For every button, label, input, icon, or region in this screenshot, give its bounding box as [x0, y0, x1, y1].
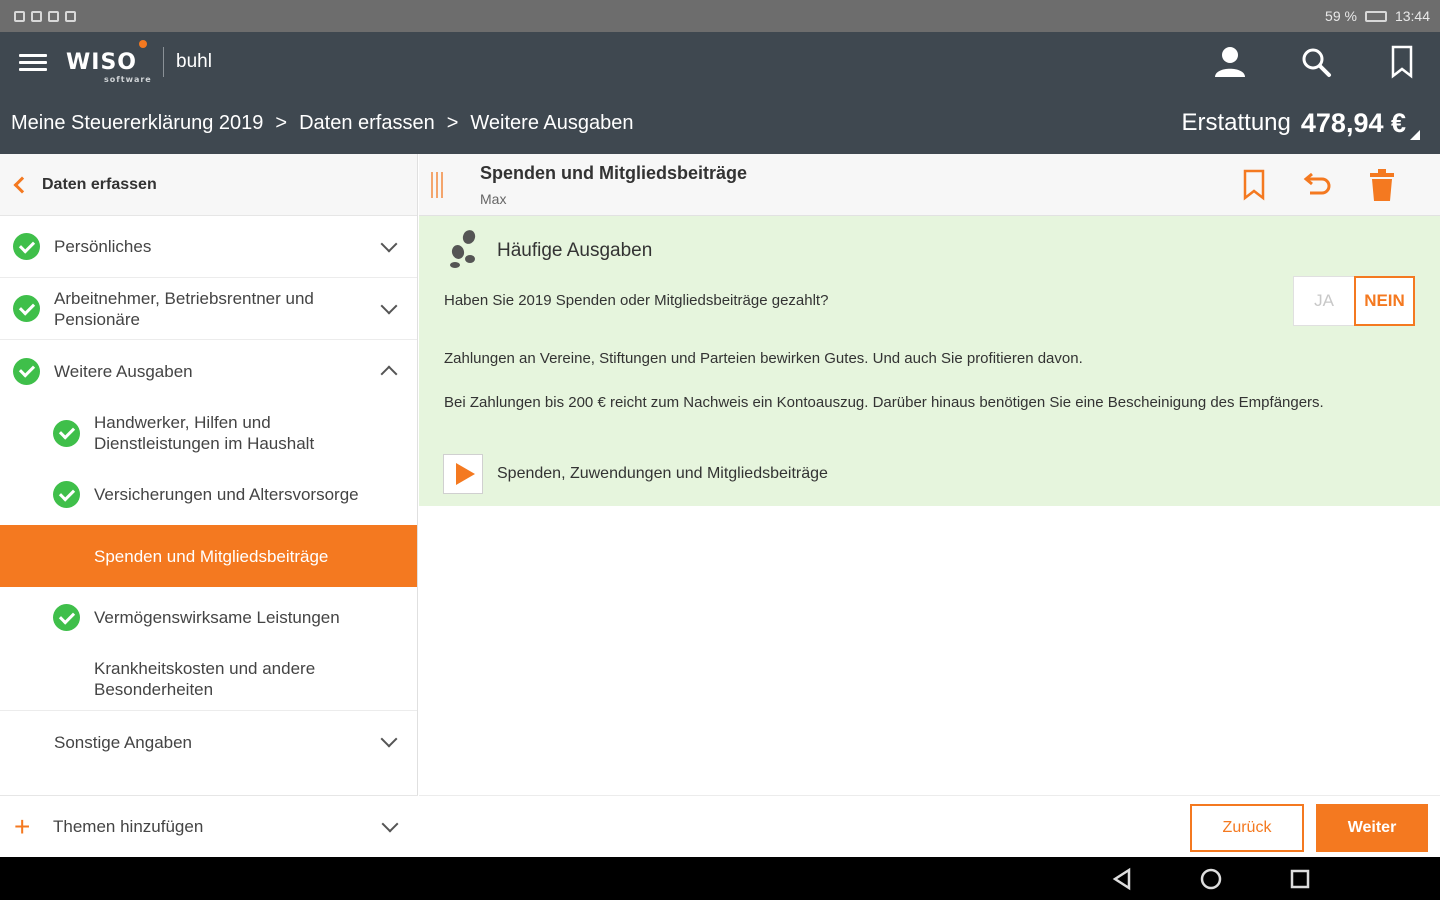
search-icon[interactable]	[1296, 42, 1336, 82]
notification-icon	[14, 10, 25, 22]
refund-display[interactable]: Erstattung 478,94 €	[1181, 92, 1420, 154]
sidebar-item-handwerker[interactable]: Handwerker, Hilfen und Dienstleistungen …	[0, 402, 417, 464]
footprints-icon	[447, 228, 481, 273]
logo-wiso: WISO software	[66, 40, 151, 84]
bookmark-icon[interactable]	[1236, 166, 1272, 204]
info-text: Bei Zahlungen bis 200 € reicht zum Nachw…	[444, 394, 1324, 411]
donation-question: Haben Sie 2019 Spenden oder Mitgliedsbei…	[444, 292, 829, 309]
sidebar-item-label: Krankheitskosten und andere Besonderheit…	[94, 659, 316, 699]
chevron-up-icon	[380, 365, 398, 383]
yes-button[interactable]: JA	[1293, 276, 1354, 326]
page-title: Spenden und Mitgliedsbeiträge	[480, 163, 748, 183]
plus-icon: +	[14, 810, 31, 842]
sidebar-item-label: Persönliches	[54, 237, 152, 256]
breadcrumb-item[interactable]: Meine Steuererklärung 2019	[11, 112, 263, 135]
sidebar: Daten erfassen Persönliches Arbeitnehmer…	[0, 154, 418, 857]
content-header: Spenden und Mitgliedsbeiträge Max	[419, 154, 1440, 216]
content-footer: Zurück Weiter	[419, 795, 1440, 857]
sidebar-item-krankheitskosten[interactable]: Krankheitskosten und andere Besonderheit…	[0, 648, 417, 711]
add-topics-button[interactable]: + Themen hinzufügen	[0, 795, 418, 857]
status-right: 59 % 13:44	[1325, 8, 1430, 24]
check-icon	[13, 357, 40, 385]
battery-percent: 59 %	[1325, 8, 1357, 24]
user-icon[interactable]	[1210, 42, 1250, 82]
home-circle-icon[interactable]	[1196, 865, 1226, 893]
content-header-actions	[1236, 166, 1400, 204]
notification-icons	[14, 10, 76, 22]
check-icon	[53, 419, 80, 447]
check-icon	[13, 233, 40, 260]
sidebar-item-label: Handwerker, Hilfen und Dienstleistungen …	[94, 413, 315, 453]
status-bar: 59 % 13:44	[0, 0, 1440, 32]
chevron-down-icon	[380, 297, 398, 314]
logo-buhl: buhl	[176, 51, 212, 72]
video-link[interactable]: Spenden, Zuwendungen und Mitgliedsbeiträ…	[443, 454, 828, 494]
play-icon[interactable]	[443, 454, 483, 494]
yes-no-toggle: JA NEIN	[1293, 276, 1415, 326]
clock: 13:44	[1394, 8, 1430, 24]
back-button[interactable]: Zurück	[1190, 804, 1304, 852]
chevron-left-icon	[13, 176, 31, 193]
breadcrumb-item[interactable]: Weitere Ausgaben	[470, 112, 633, 135]
app-bar-actions	[1210, 32, 1422, 92]
sidebar-item-weitere-ausgaben[interactable]: Weitere Ausgaben	[0, 340, 417, 402]
chevron-down-icon	[381, 815, 399, 832]
undo-icon[interactable]	[1300, 166, 1336, 204]
breadcrumb-separator: >	[275, 111, 288, 134]
breadcrumb-separator: >	[446, 111, 459, 134]
sidebar-item-label: Arbeitnehmer, Betriebsrentner und Pensio…	[54, 288, 314, 329]
next-button[interactable]: Weiter	[1316, 804, 1428, 852]
sidebar-item-label: Weitere Ausgaben	[54, 361, 193, 381]
battery-icon	[1364, 10, 1387, 22]
bookmark-icon[interactable]	[1382, 42, 1422, 82]
sidebar-item-versicherungen[interactable]: Versicherungen und Altersvorsorge	[0, 464, 417, 525]
breadcrumb: Meine Steuererklärung 2019 > Daten erfas…	[0, 92, 1440, 154]
video-label[interactable]: Spenden, Zuwendungen und Mitgliedsbeiträ…	[497, 465, 828, 483]
drag-handle-icon[interactable]	[431, 172, 443, 198]
sidebar-item-label: Spenden und Mitgliedsbeiträge	[94, 546, 329, 566]
chevron-down-icon	[380, 235, 398, 252]
logo-dot-icon	[139, 40, 147, 49]
chevron-down-icon	[380, 730, 398, 748]
sidebar-item-label: Vermögenswirksame Leistungen	[94, 608, 340, 627]
recents-square-icon[interactable]	[1285, 865, 1315, 893]
refund-label: Erstattung	[1181, 109, 1291, 136]
check-icon	[53, 481, 80, 508]
menu-icon[interactable]	[0, 32, 66, 92]
refund-amount: 478,94 €	[1300, 107, 1406, 138]
check-icon	[13, 295, 40, 322]
sidebar-item-arbeitnehmer[interactable]: Arbeitnehmer, Betriebsrentner und Pensio…	[0, 278, 417, 340]
system-navigation-bar	[0, 857, 1440, 900]
sidebar-item-spenden[interactable]: Spenden und Mitgliedsbeiträge	[0, 525, 417, 587]
back-triangle-icon[interactable]	[1107, 865, 1137, 893]
add-topics-label: Themen hinzufügen	[53, 816, 204, 836]
sidebar-item-vermoegenswirksame[interactable]: Vermögenswirksame Leistungen	[0, 587, 417, 648]
expand-corner-icon	[1410, 130, 1420, 140]
sidebar-item-label: Versicherungen und Altersvorsorge	[94, 485, 359, 504]
panel-title: Häufige Ausgaben	[447, 228, 652, 273]
sidebar-item-sonstige-angaben[interactable]: Sonstige Angaben	[0, 711, 417, 773]
page-subtitle: Max	[480, 191, 507, 207]
check-icon	[53, 604, 80, 631]
sidebar-item-persoenliches[interactable]: Persönliches	[0, 216, 417, 278]
no-button[interactable]: NEIN	[1354, 276, 1415, 326]
notification-icon	[48, 10, 59, 22]
main-content: Spenden und Mitgliedsbeiträge Max Häufig…	[419, 154, 1440, 857]
info-text: Zahlungen an Vereine, Stiftungen und Par…	[444, 350, 1083, 367]
frequent-expenses-panel: Häufige Ausgaben Haben Sie 2019 Spenden …	[419, 216, 1440, 506]
notification-icon	[65, 10, 76, 22]
app-bar: WISO software buhl	[0, 32, 1440, 92]
sidebar-item-label: Sonstige Angaben	[54, 732, 193, 752]
trash-icon[interactable]	[1364, 166, 1400, 204]
breadcrumb-item[interactable]: Daten erfassen	[299, 112, 435, 135]
panel-title-text: Häufige Ausgaben	[497, 239, 653, 261]
sidebar-back-label: Daten erfassen	[42, 175, 157, 193]
sidebar-back-button[interactable]: Daten erfassen	[0, 154, 417, 216]
notification-icon	[31, 10, 42, 22]
logo: WISO software buhl	[66, 40, 212, 84]
